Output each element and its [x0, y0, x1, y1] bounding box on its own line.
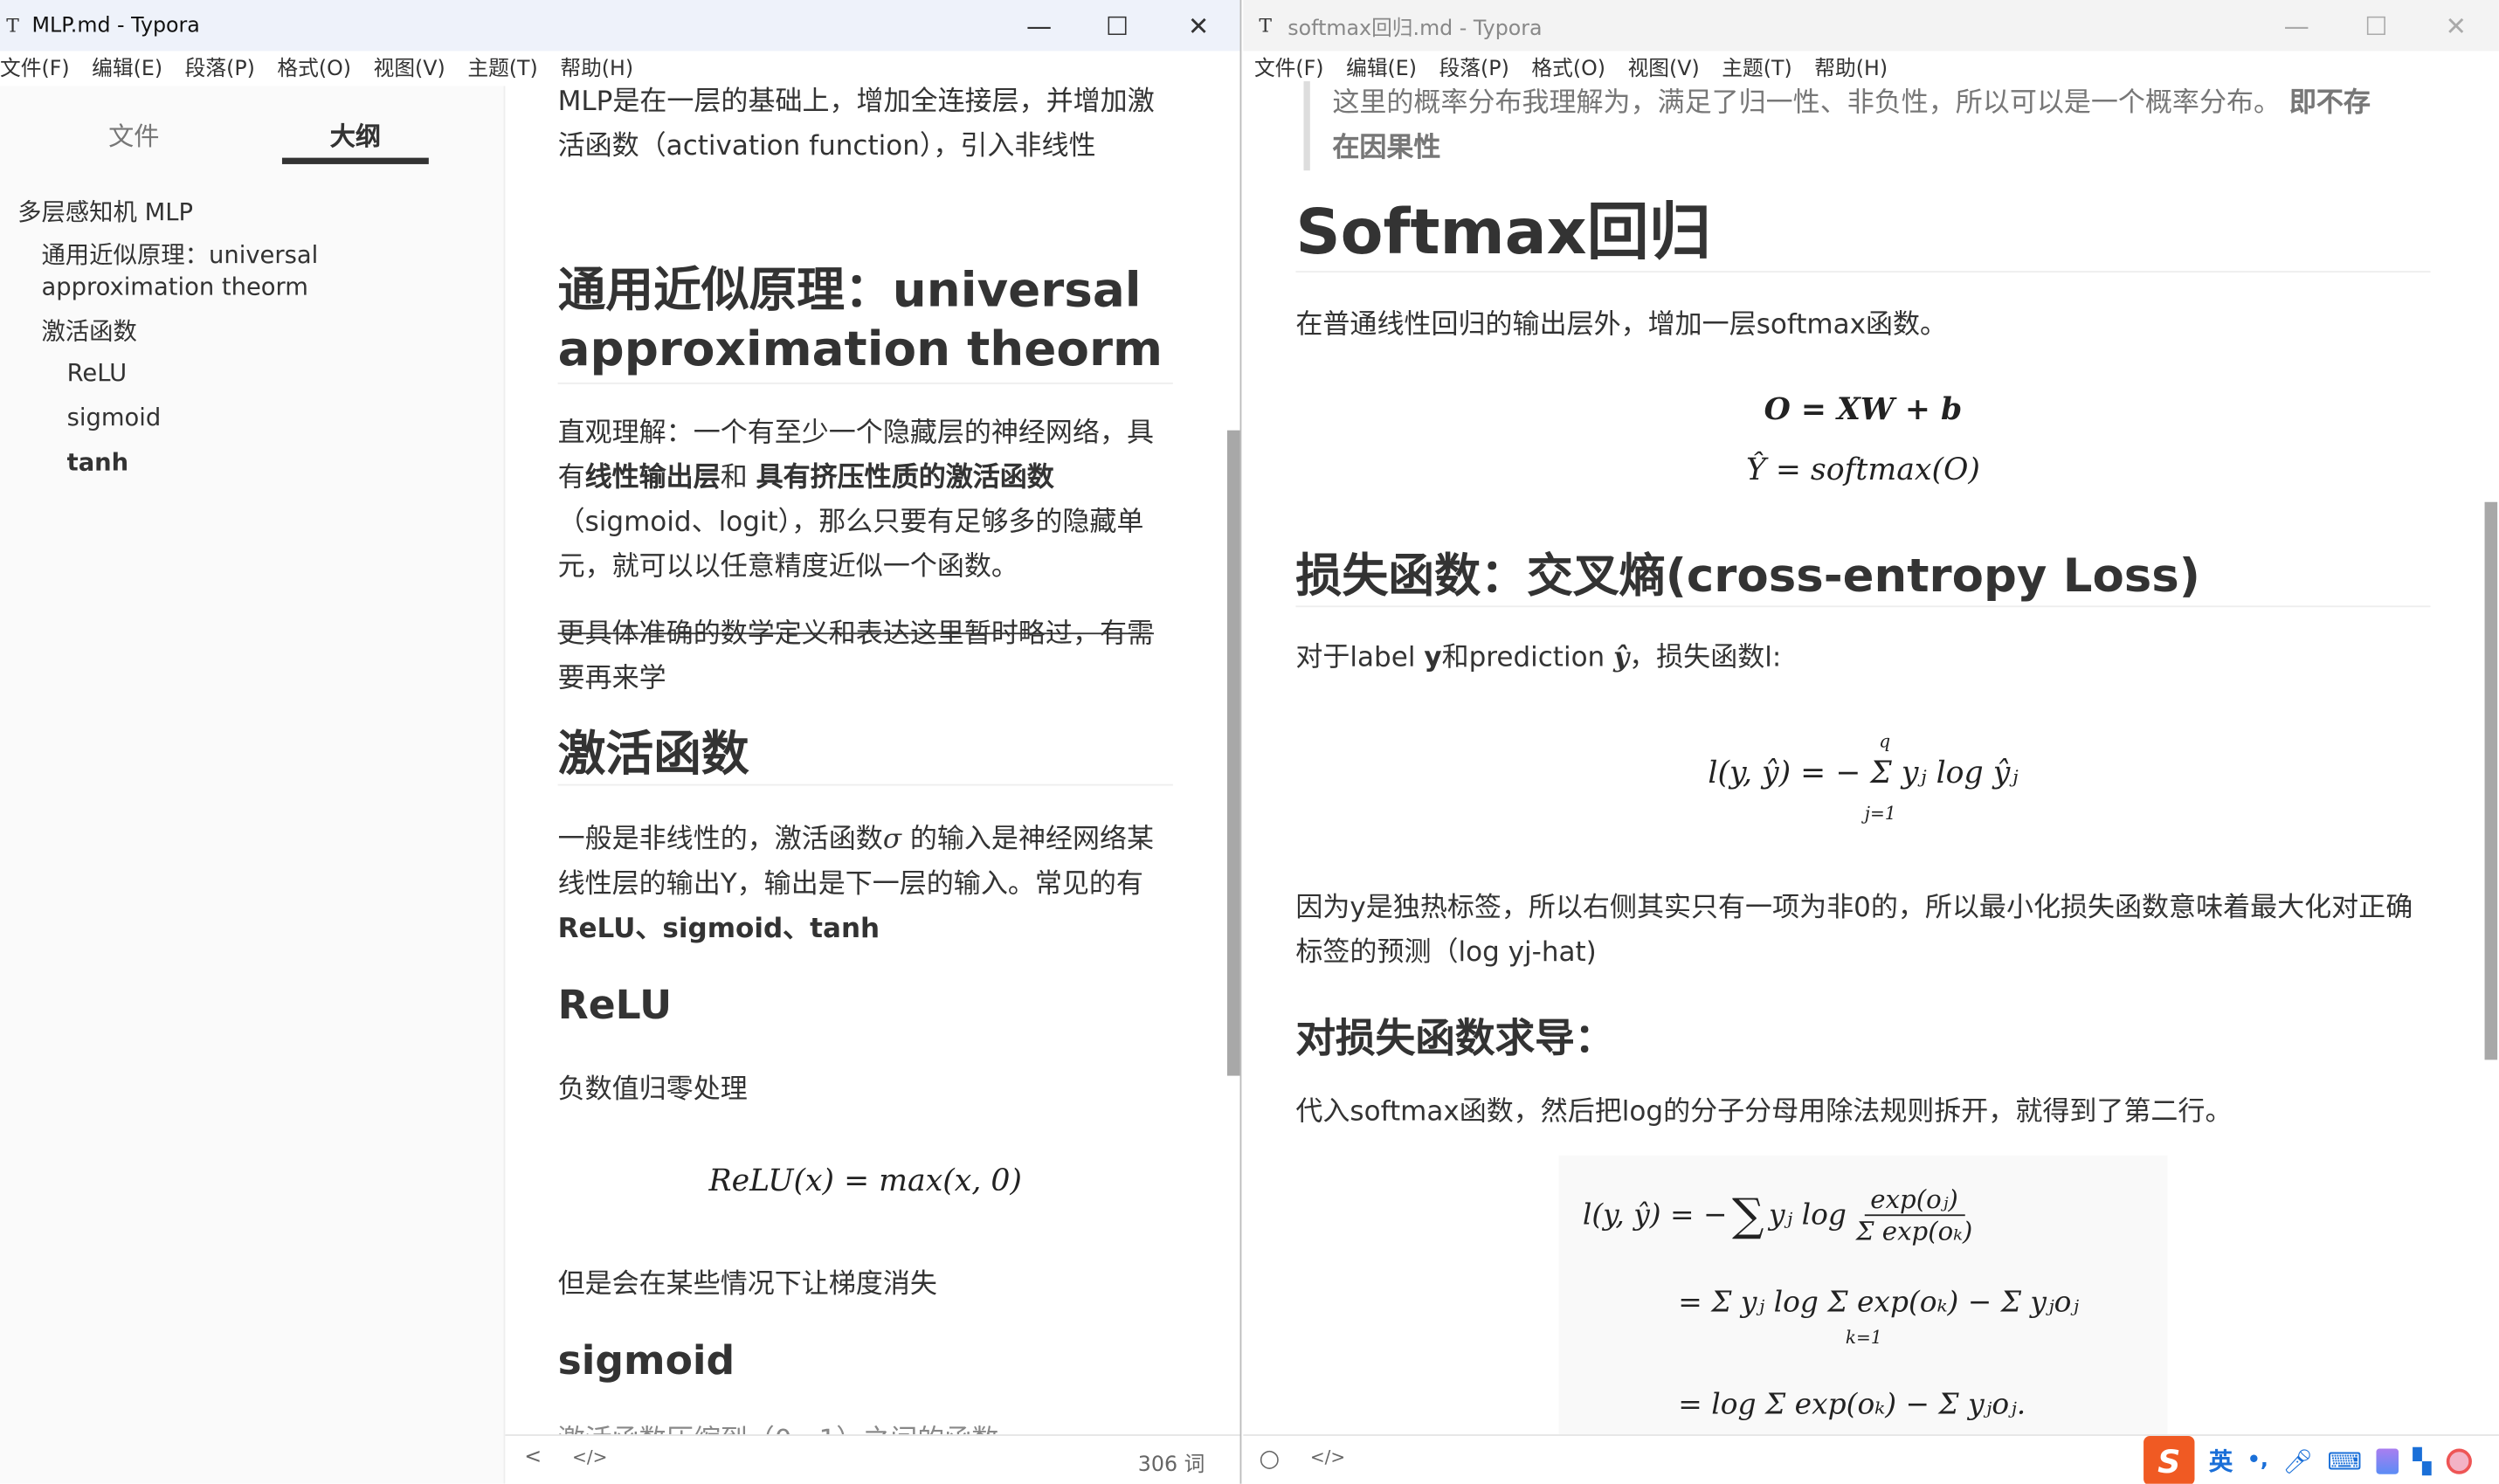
heading-loss: 损失函数：交叉熵(cross-entropy Loss) — [1295, 545, 2431, 608]
heading-derivative: 对损失函数求导： — [1295, 1015, 1615, 1062]
paragraph: 但是会在某些情况下让梯度消失 — [557, 1268, 937, 1301]
sidebar: 文件 大纲 多层感知机 MLP 通用近似原理：universal approxi… — [0, 86, 506, 1484]
paragraph: 更具体准确的数学定义和表达这里暂时略过，有需要再来学 — [557, 618, 1155, 695]
outline-item[interactable]: 通用近似原理：universal approximation theorm — [41, 239, 360, 303]
outline-item[interactable]: ReLU — [67, 359, 128, 388]
scrollbar[interactable] — [2484, 501, 2498, 1060]
window-title: MLP.md - Typora — [31, 13, 200, 38]
minimize-button[interactable]: — — [2257, 0, 2337, 51]
menu-file[interactable]: 文件(F) — [0, 51, 70, 86]
back-icon[interactable]: < — [524, 1446, 542, 1469]
menu-view[interactable]: 视图(V) — [374, 51, 445, 86]
sum-lower: j=1 — [1864, 803, 1896, 825]
paragraph: 负数值归零处理 — [557, 1073, 748, 1107]
paragraph: 代入softmax函数，然后把log的分子分母用除法规则拆开，就得到了第二行。 — [1295, 1096, 2233, 1129]
outline-item[interactable]: sigmoid — [67, 404, 162, 432]
source-mode-icon[interactable]: </> — [572, 1447, 607, 1468]
tab-files[interactable]: 文件 — [108, 114, 159, 153]
word-count[interactable]: 306 词 — [1138, 1447, 1205, 1477]
outline-item[interactable]: 多层感知机 MLP — [17, 195, 193, 228]
tab-outline[interactable]: 大纲 — [330, 114, 381, 153]
title-bar: T MLP.md - Typora — ☐ ✕ — [0, 0, 1240, 52]
menu-edit[interactable]: 编辑(E) — [92, 51, 162, 86]
toolbox-icon[interactable]: ▚ — [2413, 1446, 2431, 1475]
close-button[interactable]: ✕ — [1158, 0, 1238, 51]
math-block-derivation: l(y, ŷ) = − ∑ yⱼ log exp(oⱼ) Σ exp(oₖ) =… — [1558, 1155, 2168, 1435]
paragraph: 直观理解：一个有至少一个隐藏层的神经网络，具有线性输出层和 具有挤压性质的激活函… — [557, 418, 1155, 583]
title-bar: T softmax回归.md - Typora — ☐ ✕ — [1243, 0, 2499, 52]
math-relu: ReLU(x) = max(x, 0) — [708, 1163, 1022, 1199]
blockquote: 这里的概率分布我理解为，满足了归一性、非负性，所以可以是一个概率分布。 即不存在… — [1303, 81, 2388, 171]
status-bar: < </> 306 词 — [505, 1434, 1240, 1484]
paragraph: 一般是非线性的，激活函数σ 的输入是神经网络某线性层的输出Y，输出是下一层的输入… — [557, 824, 1155, 945]
active-tab-indicator — [281, 157, 429, 164]
left-window: T MLP.md - Typora — ☐ ✕ 文件(F) 编辑(E) 段落(P… — [0, 0, 1242, 1484]
menu-format[interactable]: 格式(O) — [277, 51, 351, 86]
app-icon: T — [6, 14, 19, 37]
keyboard-icon[interactable]: ⌨ — [2327, 1446, 2362, 1475]
derivation-lhs: l(y, ŷ) = − — [1582, 1198, 1728, 1232]
heading-sigmoid: sigmoid — [557, 1336, 735, 1384]
skin-icon[interactable] — [2376, 1447, 2399, 1474]
ime-toolbar: S 英 •, 🎤︎ ⌨ ▚ — [2143, 1435, 2499, 1484]
math-linear: O = XW + b — [1764, 391, 1963, 427]
maximize-button[interactable]: ☐ — [1077, 0, 1156, 51]
sum-symbol: ∑ — [1731, 1189, 1764, 1242]
math-softmax: Ŷ = softmax(O) — [1745, 452, 1980, 488]
heading-relu: ReLU — [557, 981, 673, 1028]
paragraph: 因为y是独热标签，所以右侧其实只有一项为非0的，所以最小化损失函数意味着最大化对… — [1295, 892, 2413, 970]
sidebar-toggle-icon[interactable]: ○ — [1259, 1444, 1280, 1473]
menu-paragraph[interactable]: 段落(P) — [185, 51, 255, 86]
sum-upper: q — [1879, 731, 1891, 753]
maximize-button[interactable]: ☐ — [2337, 0, 2416, 51]
derivation-line1: yⱼ log — [1768, 1198, 1847, 1232]
menu-theme[interactable]: 主题(T) — [467, 51, 537, 86]
heading-softmax: Softmax回归 — [1295, 197, 2431, 273]
desktop: T MLP.md - Typora — ☐ ✕ 文件(F) 编辑(E) 段落(P… — [0, 0, 2499, 1484]
app-icon: T — [1259, 14, 1273, 37]
math-loss: l(y, ŷ) = − Σ yⱼ log ŷⱼ — [1708, 755, 2019, 791]
heading-universal-approximation: 通用近似原理：universal approximation theorm — [557, 261, 1173, 384]
right-window: T softmax回归.md - Typora — ☐ ✕ 文件(F) 编辑(E… — [1243, 0, 2499, 1484]
ime-language-toggle[interactable]: 英 — [2209, 1444, 2233, 1477]
derivation-line3: = log Σ exp(oₖ) − Σ yⱼoⱼ. — [1678, 1388, 2026, 1422]
paragraph: 对于label y和prediction ŷ，损失函数l: — [1295, 642, 1782, 674]
microphone-icon[interactable]: 🎤︎ — [2282, 1446, 2313, 1475]
source-mode-icon[interactable]: </> — [1310, 1447, 1345, 1468]
editor[interactable]: 这里的概率分布我理解为，满足了归一性、非负性，所以可以是一个概率分布。 即不存在… — [1243, 81, 2483, 1435]
window-title: softmax回归.md - Typora — [1287, 17, 1543, 41]
outline-item[interactable]: 激活函数 — [41, 314, 137, 347]
minimize-button[interactable]: — — [999, 0, 1079, 51]
close-button[interactable]: ✕ — [2416, 0, 2496, 51]
paragraph: MLP是在一层的基础上，增加全连接层，并增加激活函数（activation fu… — [557, 86, 1155, 163]
sogou-logo-icon[interactable]: S — [2143, 1435, 2195, 1484]
punctuation-icon[interactable]: •, — [2247, 1449, 2268, 1473]
scrollbar[interactable] — [1226, 430, 1240, 1076]
heading-activation: 激活函数 — [557, 727, 1173, 786]
derivation-line2: = Σ yⱼ log Σ exp(oₖ) − Σ yⱼoⱼ — [1678, 1286, 2080, 1320]
editor[interactable]: MLP是在一层的基础上，增加全连接层，并增加激活函数（activation fu… — [505, 86, 1239, 1457]
status-bar: ○ </> S 英 •, 🎤︎ ⌨ ▚ — [1243, 1434, 2499, 1484]
outline-item-active[interactable]: tanh — [67, 448, 129, 477]
sum-lower-k: k=1 — [1845, 1327, 1882, 1349]
paragraph: 在普通线性回归的输出层外，增加一层softmax函数。 — [1295, 308, 1948, 342]
fraction: exp(oⱼ) Σ exp(oₖ) — [1855, 1184, 1973, 1246]
mascot-icon[interactable] — [2445, 1447, 2472, 1474]
